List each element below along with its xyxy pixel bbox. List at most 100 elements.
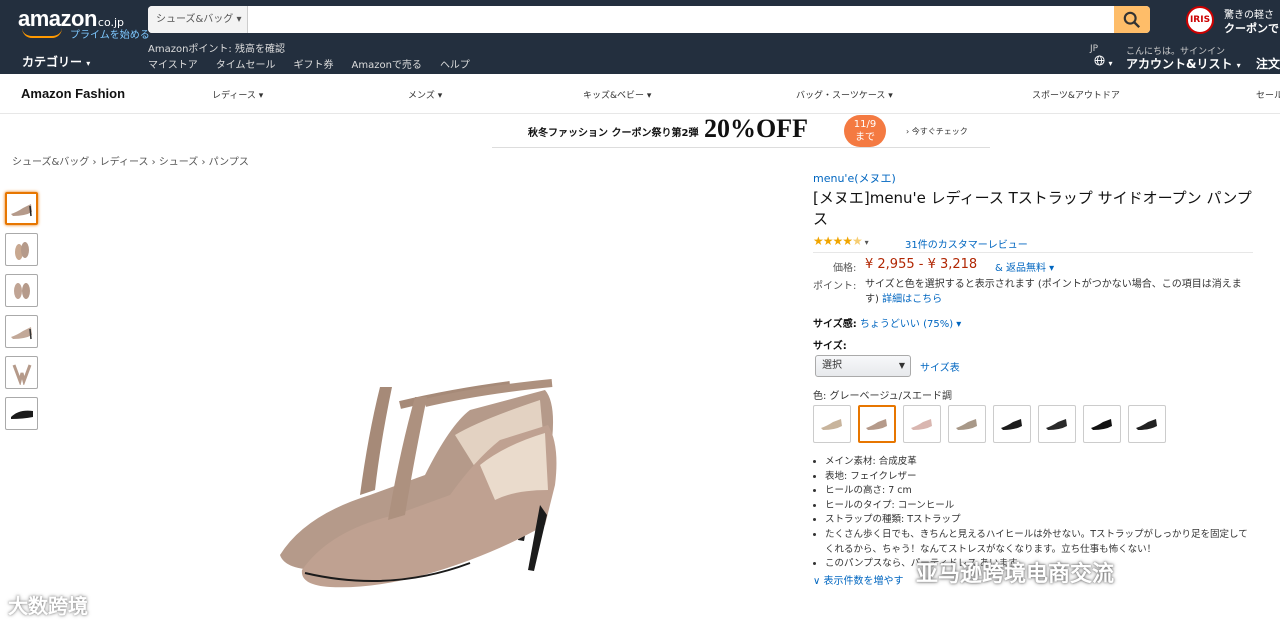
- price-value: ¥ 2,955 - ¥ 3,218: [865, 257, 978, 272]
- chevron-down-icon: ▼: [898, 361, 905, 370]
- thumbnail-6[interactable]: [5, 397, 38, 430]
- shoe-front-icon: [14, 241, 29, 260]
- shoe-swatch-icon: [821, 419, 842, 430]
- promo-ad[interactable]: IRIS 驚きの軽さ クーポンで: [1186, 4, 1280, 36]
- star-rating-icon[interactable]: ★★★★★ ▾: [813, 234, 869, 248]
- brand-link[interactable]: menu'e(メヌエ): [813, 170, 1253, 186]
- nav-link-giftcard[interactable]: ギフト券: [294, 56, 334, 71]
- nav-link-help[interactable]: ヘルプ: [440, 56, 470, 71]
- fashion-title[interactable]: Amazon Fashion: [21, 86, 125, 101]
- points-text: サイズと色を選択すると表示されます (ポイントがつかない場合、この項目は消えます…: [865, 277, 1255, 307]
- points-link[interactable]: Amazonポイント: 残高を確認: [148, 40, 285, 55]
- fashion-nav-sale[interactable]: セール: [1256, 88, 1280, 101]
- watermark-right: 亚马逊跨境电商交流: [916, 562, 1115, 587]
- thumbnail-3[interactable]: [5, 274, 38, 307]
- points-detail-link[interactable]: 詳細はこちら: [882, 294, 942, 305]
- breadcrumb[interactable]: シューズ&バッグ › レディース › シューズ › パンプス: [12, 153, 249, 168]
- product-details: menu'e(メヌエ) [メヌエ]menu'e レディース Tストラップ サイド…: [813, 170, 1253, 587]
- nav-links: マイストア タイムセール ギフト券 Amazonで売る ヘルプ: [148, 56, 470, 71]
- smile-icon: [22, 28, 62, 38]
- fashion-nav-bags[interactable]: バッグ・スーツケース ▾: [796, 88, 893, 101]
- shoe-swatch-icon: [1136, 419, 1157, 430]
- thumbnail-2[interactable]: [5, 233, 38, 266]
- promo-line2: クーポンで: [1224, 22, 1279, 35]
- search-bar: シューズ&バッグ ▾: [148, 6, 1150, 33]
- fashion-nav-bags-label: バッグ・スーツケース: [796, 91, 886, 101]
- review-count-link[interactable]: 31件のカスタマーレビュー: [905, 236, 1028, 251]
- search-input[interactable]: [249, 6, 1114, 33]
- fashion-nav-kids[interactable]: キッズ&ベビー ▾: [583, 88, 651, 101]
- size-chart-link[interactable]: サイズ表: [920, 359, 960, 374]
- rating-row: ★★★★★ ▾ 31件のカスタマーレビュー: [813, 234, 1253, 253]
- shoe-swatch-icon: [866, 419, 887, 430]
- account-menu[interactable]: アカウント&リスト ▾: [1126, 55, 1241, 72]
- thumbnail-4[interactable]: [5, 315, 38, 348]
- color-swatch-7[interactable]: [1083, 405, 1121, 443]
- category-label: カテゴリー: [22, 55, 83, 69]
- badge-until: まで: [855, 132, 875, 143]
- prime-link[interactable]: プライムを始める: [70, 26, 150, 41]
- color-swatch-5[interactable]: [993, 405, 1031, 443]
- shoe-side-icon: [10, 326, 32, 339]
- fashion-nav-mens[interactable]: メンズ ▾: [408, 88, 442, 101]
- thumbnail-list: [5, 192, 39, 438]
- product-main-image[interactable]: [210, 365, 580, 605]
- fashion-nav-ladies[interactable]: レディース ▾: [212, 88, 263, 101]
- search-dept-label: シューズ&バッグ: [156, 14, 234, 25]
- top-nav: amazonco.jp プライムを始める シューズ&バッグ ▾ IRIS 驚きの…: [0, 0, 1280, 74]
- shoe-pair-icon: [13, 282, 30, 299]
- color-swatch-1[interactable]: [813, 405, 851, 443]
- color-swatch-3[interactable]: [903, 405, 941, 443]
- color-label: 色: グレーベージュ/スエード調: [813, 391, 953, 402]
- size-select[interactable]: 選択 ▼: [815, 355, 911, 377]
- lang-code: JP: [1090, 44, 1099, 54]
- badge-date: 11/9: [853, 119, 877, 130]
- shoe-swatch-icon: [1046, 419, 1067, 430]
- color-swatch-6[interactable]: [1038, 405, 1076, 443]
- banner-text: 秋冬ファッション クーポン祭り第2弾: [528, 128, 699, 139]
- points-label: ポイント:: [813, 281, 857, 292]
- promo-banner[interactable]: 秋冬ファッション クーポン祭り第2弾 20%OFF 11/9 まで › 今すぐチェ…: [492, 114, 990, 148]
- fashion-nav-sports[interactable]: スポーツ&アウトドア: [1032, 88, 1120, 101]
- feature-bullet: メイン素材: 合成皮革: [825, 455, 1253, 470]
- nav-link-timesale[interactable]: タイムセール: [216, 56, 276, 71]
- fashion-nav-sports-label: スポーツ&アウトドア: [1032, 91, 1120, 101]
- fashion-nav: Amazon Fashion レディース ▾ メンズ ▾ キッズ&ベビー ▾ バ…: [0, 74, 1280, 114]
- shoe-top-icon: [12, 363, 31, 385]
- watermark-left: 大数跨境: [8, 594, 88, 618]
- color-swatch-2[interactable]: [858, 405, 896, 443]
- price-label: 価格:: [833, 263, 857, 274]
- thumbnail-5[interactable]: [5, 356, 38, 389]
- feature-bullets: メイン素材: 合成皮革 表地: フェイクレザー ヒールの高さ: 7 cm ヒール…: [813, 455, 1253, 572]
- amazon-logo[interactable]: amazonco.jp プライムを始める: [18, 6, 150, 41]
- promo-line1: 驚きの軽さ: [1224, 10, 1274, 21]
- feature-bullet: ヒールのタイプ: コーンヒール: [825, 499, 1253, 514]
- fit-row: サイズ感: ちょうどいい (75%) ▾: [813, 315, 1253, 337]
- fit-value-link[interactable]: ちょうどいい (75%) ▾: [860, 319, 961, 330]
- color-swatch-8[interactable]: [1128, 405, 1166, 443]
- chevron-down-icon: ∨: [813, 575, 821, 587]
- search-dept-select[interactable]: シューズ&バッグ ▾: [148, 6, 248, 33]
- free-return-label: & 返品無料: [995, 263, 1046, 274]
- nav-link-mystore[interactable]: マイストア: [148, 56, 198, 71]
- category-menu[interactable]: カテゴリー ▾: [22, 53, 90, 70]
- size-label: サイズ:: [813, 341, 847, 352]
- banner-check-link[interactable]: › 今すぐチェック: [906, 126, 968, 137]
- search-button[interactable]: [1114, 6, 1150, 33]
- orders-link[interactable]: 注文: [1256, 55, 1280, 72]
- color-swatches: [813, 405, 1253, 443]
- feature-bullet: ヒールの高さ: 7 cm: [825, 484, 1253, 499]
- shoe-swatch-icon: [1091, 419, 1112, 430]
- free-return-link[interactable]: & 返品無料 ▾: [995, 259, 1054, 274]
- language-selector[interactable]: ▾: [1094, 55, 1113, 69]
- shoe-swatch-icon: [956, 419, 977, 430]
- feature-bullet: ストラップの種類: Tストラップ: [825, 513, 1253, 528]
- size-label-row: サイズ:: [813, 337, 1253, 355]
- globe-icon: [1094, 55, 1105, 66]
- fashion-nav-kids-label: キッズ&ベビー: [583, 91, 645, 101]
- nav-link-sell[interactable]: Amazonで売る: [352, 56, 422, 71]
- color-swatch-4[interactable]: [948, 405, 986, 443]
- feature-bullet: 表地: フェイクレザー: [825, 470, 1253, 485]
- thumbnail-1[interactable]: [5, 192, 38, 225]
- banner-check-label: 今すぐチェック: [911, 127, 968, 136]
